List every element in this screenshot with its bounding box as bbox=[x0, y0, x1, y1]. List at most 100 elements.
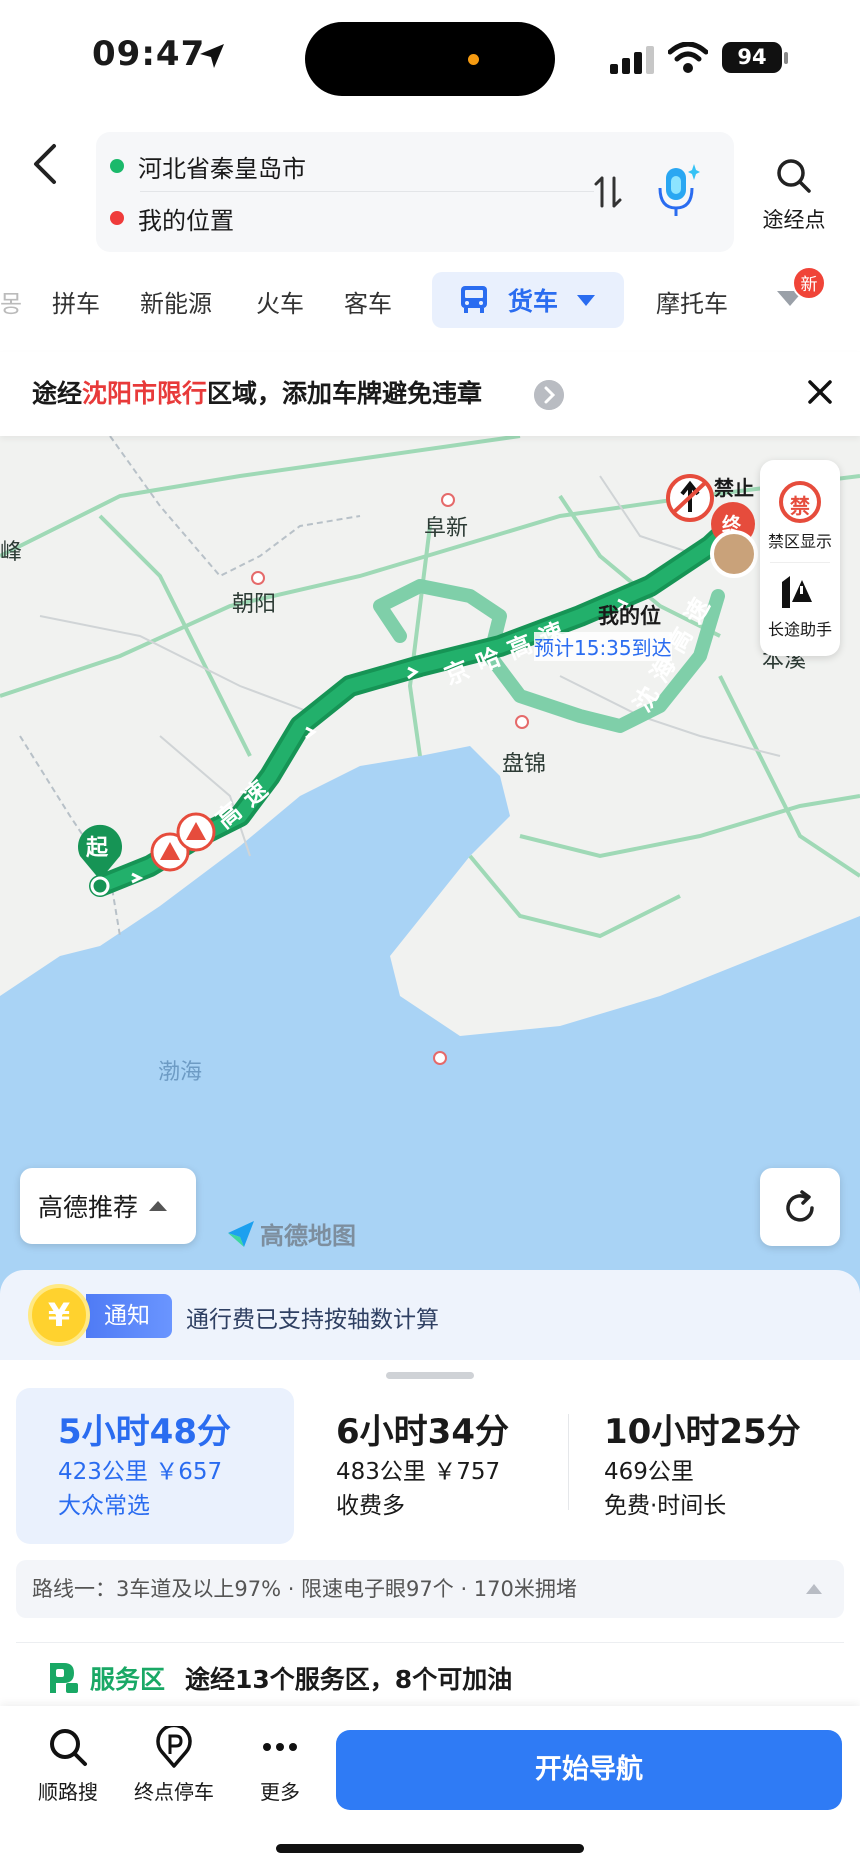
tab-truck[interactable]: 货车 bbox=[432, 272, 624, 328]
voice-assistant-icon[interactable] bbox=[656, 162, 700, 218]
restriction-notice-text: 途经沈阳市限行区域，添加车牌避免违章 bbox=[32, 374, 482, 410]
map-side-panel: 禁 禁区显示 长途助手 bbox=[760, 460, 840, 656]
bottom-action-bar: 顺路搜 终点停车 更多 开始导航 bbox=[0, 1706, 860, 1864]
toll-notification[interactable]: 通知 ¥ 通行费已支持按轴数计算 bbox=[0, 1270, 860, 1362]
arrival-time-label: 预计15:35到达 bbox=[534, 632, 672, 661]
yen-coin-icon: ¥ bbox=[28, 1284, 90, 1346]
route-distance-toll: 423公里 ￥657 bbox=[58, 1459, 223, 1485]
recommend-preference-button[interactable]: 高德推荐 bbox=[20, 1168, 196, 1244]
route-duration: 5小时48分 bbox=[58, 1412, 231, 1452]
city-label: 峰 bbox=[0, 540, 23, 565]
start-navigation-button[interactable]: 开始导航 bbox=[336, 1730, 842, 1810]
swap-icon[interactable] bbox=[588, 172, 628, 212]
home-indicator bbox=[276, 1844, 584, 1853]
city-label: 盘锦 bbox=[502, 752, 547, 777]
route-option-3[interactable]: 10小时25分 469公里 免费·时间长 bbox=[604, 1388, 844, 1544]
search-along-label: 顺路搜 bbox=[38, 1780, 98, 1804]
tab-new-energy[interactable]: 新能源 bbox=[140, 284, 212, 319]
route-divider bbox=[140, 191, 594, 192]
long-trip-assistant[interactable]: 长途助手 bbox=[760, 572, 840, 640]
route-detail-summary[interactable]: 路线一：3车道及以上97% · 限速电子眼97个 · 170米拥堵 bbox=[16, 1560, 844, 1618]
notice-prefix: 途经 bbox=[32, 379, 83, 408]
waypoint-label: 途经点 bbox=[762, 208, 826, 232]
end-marker-label: 终 bbox=[722, 514, 742, 536]
travel-mode-tabs: 몽 拼车 新能源 火车 客车 货车 摩托车 bbox=[0, 270, 860, 332]
dynamic-island bbox=[305, 22, 555, 96]
refresh-route-button[interactable] bbox=[760, 1168, 840, 1246]
forbidden-zone-label: 禁区显示 bbox=[767, 532, 832, 551]
route-distance-toll: 469公里 bbox=[604, 1459, 694, 1485]
gaode-logo-icon bbox=[228, 1220, 254, 1247]
gaode-logo-text: 高德地图 bbox=[260, 1222, 356, 1250]
city-label: 渤海 bbox=[158, 1060, 203, 1085]
notify-tag: 通知 bbox=[86, 1294, 172, 1338]
notice-suffix: 区域，添加车牌避免违章 bbox=[207, 379, 483, 408]
more-dots-icon bbox=[263, 1743, 297, 1751]
wifi-icon bbox=[668, 42, 708, 73]
battery-tip bbox=[784, 52, 788, 64]
expand-caret-icon bbox=[806, 1584, 822, 1594]
search-icon bbox=[777, 159, 811, 193]
forbidden-zone-icon-text: 禁 bbox=[790, 494, 810, 518]
long-trip-label: 长途助手 bbox=[767, 620, 832, 639]
close-icon[interactable] bbox=[806, 378, 834, 406]
long-trip-icon bbox=[782, 576, 812, 608]
route-tag: 免费·时间长 bbox=[604, 1493, 727, 1519]
route-tag: 大众常选 bbox=[58, 1493, 150, 1519]
location-arrow-icon bbox=[200, 44, 224, 68]
end-parking-label: 终点停车 bbox=[134, 1780, 214, 1804]
restriction-notice-banner[interactable]: 途经沈阳市限行区域，添加车牌避免违章 bbox=[0, 352, 860, 436]
truck-icon bbox=[461, 286, 487, 313]
status-bar: 09:47 94 bbox=[0, 0, 860, 110]
tab-carpool[interactable]: 拼车 bbox=[52, 284, 100, 319]
route-duration: 6小时34分 bbox=[336, 1412, 509, 1452]
tab-partial[interactable]: 몽 bbox=[0, 284, 22, 319]
route-option-1[interactable]: 5小时48分 423公里 ￥657 大众常选 bbox=[16, 1388, 294, 1544]
route-option-2[interactable]: 6小时34分 483公里 ￥757 收费多 bbox=[336, 1388, 576, 1544]
origin-field[interactable]: 河北省秦皇岛市 bbox=[110, 142, 306, 190]
route-duration: 10小时25分 bbox=[604, 1412, 801, 1452]
status-time: 09:47 bbox=[92, 34, 206, 74]
map-base-layer bbox=[0, 436, 860, 1296]
end-parking-button[interactable]: 终点停车 bbox=[126, 1726, 222, 1805]
chevron-down-icon bbox=[577, 295, 596, 306]
recommend-label: 高德推荐 bbox=[38, 1193, 139, 1222]
city-label: 朝阳 bbox=[232, 592, 277, 617]
side-panel-divider bbox=[770, 562, 830, 563]
battery-level: 94 bbox=[722, 42, 782, 73]
sheet-drag-handle[interactable] bbox=[386, 1372, 474, 1379]
more-label: 更多 bbox=[260, 1780, 300, 1804]
cellular-signal-icon bbox=[610, 46, 654, 74]
notice-highlight: 沈阳市限行 bbox=[82, 379, 208, 408]
back-icon[interactable] bbox=[22, 140, 70, 188]
route-map[interactable]: 峰 阜新 朝阳 本溪 盘锦 渤海 抚顺 京哈高速 沈海高速 高速 起 终 禁止 bbox=[0, 436, 860, 1296]
origin-dot bbox=[110, 159, 124, 173]
destination-dot bbox=[110, 211, 124, 225]
tab-train[interactable]: 火车 bbox=[256, 284, 304, 319]
new-badge: 新 bbox=[792, 266, 826, 300]
forbidden-turn-label: 禁止 bbox=[714, 476, 754, 500]
origin-text: 河北省秦皇岛市 bbox=[138, 154, 306, 183]
start-marker-label: 起 bbox=[86, 836, 109, 861]
search-along-button[interactable]: 顺路搜 bbox=[20, 1726, 116, 1805]
refresh-icon bbox=[786, 1190, 814, 1222]
route-tag: 收费多 bbox=[336, 1493, 405, 1519]
tab-bus[interactable]: 客车 bbox=[344, 284, 392, 319]
my-location-label: 我的位 bbox=[598, 604, 661, 628]
destination-field[interactable]: 我的位置 bbox=[110, 194, 234, 242]
parking-service-icon bbox=[50, 1663, 78, 1693]
route-input-box[interactable]: 河北省秦皇岛市 我的位置 bbox=[96, 132, 734, 252]
forbidden-zone-toggle[interactable]: 禁 禁区显示 bbox=[760, 480, 840, 552]
tab-truck-label: 货车 bbox=[508, 287, 559, 316]
more-button[interactable]: 更多 bbox=[232, 1726, 328, 1805]
chevron-right-icon[interactable] bbox=[534, 380, 564, 410]
service-area-row[interactable]: 服务区 途经13个服务区，8个可加油 bbox=[46, 1660, 512, 1696]
privacy-indicator-dot bbox=[468, 54, 479, 65]
route-distance-toll: 483公里 ￥757 bbox=[336, 1459, 501, 1485]
service-area-text: 途经13个服务区，8个可加油 bbox=[185, 1665, 513, 1694]
gaode-logo: 高德地图 bbox=[226, 1216, 356, 1251]
add-waypoint-button[interactable]: 途经点 bbox=[752, 156, 836, 234]
tab-motorcycle[interactable]: 摩托车 bbox=[656, 284, 728, 319]
parking-pin-icon bbox=[156, 1726, 192, 1768]
route-detail-text: 路线一：3车道及以上97% · 限速电子眼97个 · 170米拥堵 bbox=[32, 1577, 577, 1601]
